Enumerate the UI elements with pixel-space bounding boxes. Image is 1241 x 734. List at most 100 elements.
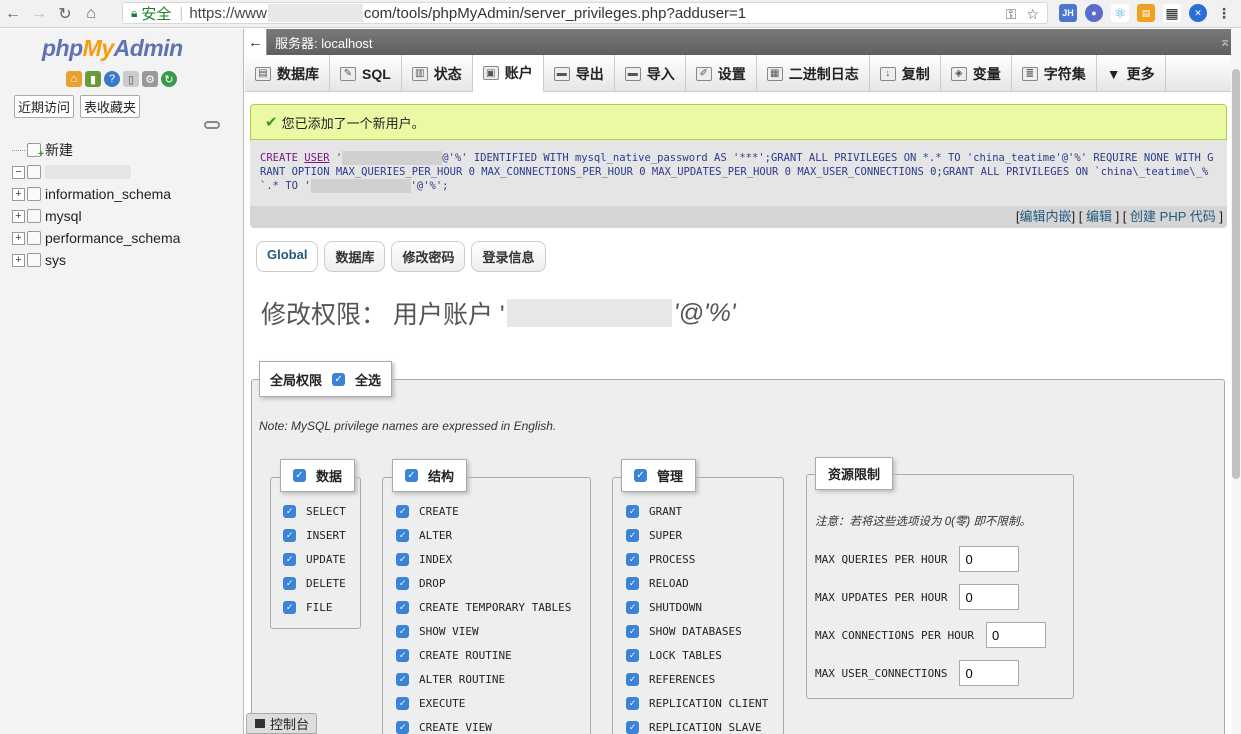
priv-execute[interactable]: ✓ EXECUTE: [396, 691, 571, 715]
priv-checkbox[interactable]: ✓: [626, 648, 639, 662]
refresh-icon[interactable]: ↻: [161, 71, 177, 87]
reload-icon[interactable]: ↻: [52, 0, 78, 28]
extension-jh-icon[interactable]: JH: [1059, 4, 1077, 22]
help-icon[interactable]: ?: [104, 71, 120, 87]
priv-show-databases[interactable]: ✓ SHOW DATABASES: [626, 619, 768, 643]
priv-checkbox[interactable]: ✓: [626, 552, 639, 566]
collapse-nav-icon[interactable]: ←: [245, 29, 267, 55]
priv-reload[interactable]: ✓ RELOAD: [626, 571, 768, 595]
priv-drop[interactable]: ✓ DROP: [396, 571, 571, 595]
priv-create[interactable]: ✓ CREATE: [396, 499, 571, 523]
tab-databases[interactable]: ▤ 数据库: [245, 55, 330, 92]
extension-orange-icon[interactable]: ▤: [1137, 4, 1155, 22]
priv-checkbox[interactable]: ✓: [626, 528, 639, 542]
tab-binlog[interactable]: ▦ 二进制日志: [757, 55, 870, 92]
tab-export[interactable]: ▬ 导出: [544, 55, 615, 92]
favorites-button[interactable]: 表收藏夹: [80, 95, 141, 118]
home-icon[interactable]: ⌂: [66, 71, 82, 87]
priv-checkbox[interactable]: ✓: [283, 600, 296, 614]
back-icon[interactable]: ←: [0, 0, 26, 28]
subtab-login-info[interactable]: 登录信息: [471, 241, 546, 272]
priv-checkbox[interactable]: ✓: [626, 624, 639, 638]
priv-select[interactable]: ✓ SELECT: [283, 499, 346, 523]
key-icon[interactable]: ⚿: [1006, 6, 1017, 23]
priv-index[interactable]: ✓ INDEX: [396, 547, 571, 571]
tree-item-sys[interactable]: + sys: [12, 249, 180, 271]
tab-replication[interactable]: ↓ 复制: [870, 55, 941, 92]
recent-button[interactable]: 近期访问: [14, 95, 75, 118]
priv-checkbox[interactable]: ✓: [626, 504, 639, 518]
priv-checkbox[interactable]: ✓: [396, 720, 409, 734]
priv-checkbox[interactable]: ✓: [283, 504, 296, 518]
select-all-checkbox[interactable]: ✓: [332, 372, 346, 386]
priv-references[interactable]: ✓ REFERENCES: [626, 667, 768, 691]
menu-dots-icon[interactable]: ⋮: [1215, 4, 1233, 22]
priv-file[interactable]: ✓ FILE: [283, 595, 346, 619]
priv-shutdown[interactable]: ✓ SHUTDOWN: [626, 595, 768, 619]
priv-create-temporary-tables[interactable]: ✓ CREATE TEMPORARY TABLES: [396, 595, 571, 619]
priv-checkbox[interactable]: ✓: [396, 552, 409, 566]
tree-item-redacted[interactable]: −: [12, 161, 180, 183]
priv-grant[interactable]: ✓ GRANT: [626, 499, 768, 523]
page-scrollbar[interactable]: [1231, 29, 1241, 734]
priv-lock-tables[interactable]: ✓ LOCK TABLES: [626, 643, 768, 667]
tab-charset[interactable]: ≣ 字符集: [1012, 55, 1097, 92]
priv-checkbox[interactable]: ✓: [396, 576, 409, 590]
select-all-label[interactable]: 全选: [355, 370, 381, 389]
priv-checkbox[interactable]: ✓: [626, 600, 639, 614]
structure-select-all-checkbox[interactable]: ✓: [405, 469, 418, 482]
priv-replication-slave[interactable]: ✓ REPLICATION SLAVE: [626, 715, 768, 734]
extension-qr-icon[interactable]: ▦: [1163, 4, 1181, 22]
priv-checkbox[interactable]: ✓: [396, 600, 409, 614]
priv-create-routine[interactable]: ✓ CREATE ROUTINE: [396, 643, 571, 667]
extension-circle-icon[interactable]: ●: [1085, 4, 1103, 22]
gear-icon[interactable]: ⚙: [142, 71, 158, 87]
edit-inline-link[interactable]: 编辑内嵌: [1019, 209, 1071, 224]
priv-process[interactable]: ✓ PROCESS: [626, 547, 768, 571]
priv-update[interactable]: ✓ UPDATE: [283, 547, 346, 571]
tab-variables[interactable]: ◈ 变量: [941, 55, 1012, 92]
create-php-link[interactable]: 创建 PHP 代码: [1130, 209, 1216, 224]
subtab-database[interactable]: 数据库: [324, 241, 386, 272]
max-user-connections-input[interactable]: [959, 660, 1020, 686]
max-queries-input[interactable]: [959, 546, 1020, 572]
star-icon[interactable]: ☆: [1026, 6, 1039, 23]
tab-accounts[interactable]: ▣ 账户: [472, 55, 544, 92]
subtab-change-password[interactable]: 修改密码: [391, 241, 466, 272]
edit-link[interactable]: 编辑: [1086, 209, 1112, 224]
docs-icon[interactable]: ▯: [123, 71, 139, 87]
priv-checkbox[interactable]: ✓: [626, 576, 639, 590]
extension-blue-icon[interactable]: ✕: [1189, 4, 1207, 22]
priv-checkbox[interactable]: ✓: [396, 528, 409, 542]
priv-checkbox[interactable]: ✓: [283, 576, 296, 590]
priv-alter[interactable]: ✓ ALTER: [396, 523, 571, 547]
admin-select-all-checkbox[interactable]: ✓: [634, 469, 647, 482]
priv-checkbox[interactable]: ✓: [626, 672, 639, 686]
tab-status[interactable]: ▥ 状态: [402, 55, 473, 92]
priv-checkbox[interactable]: ✓: [283, 528, 296, 542]
max-updates-input[interactable]: [959, 584, 1020, 610]
subtab-global[interactable]: Global: [256, 241, 319, 272]
priv-super[interactable]: ✓ SUPER: [626, 523, 768, 547]
priv-checkbox[interactable]: ✓: [626, 720, 639, 734]
priv-show-view[interactable]: ✓ SHOW VIEW: [396, 619, 571, 643]
tree-item-mysql[interactable]: + mysql: [12, 205, 180, 227]
extension-react-icon[interactable]: ⚛: [1111, 4, 1129, 22]
logout-icon[interactable]: ▮: [85, 71, 101, 87]
priv-checkbox[interactable]: ✓: [396, 672, 409, 686]
scrollbar-thumb[interactable]: [1232, 69, 1240, 479]
data-select-all-checkbox[interactable]: ✓: [293, 469, 306, 482]
expand-icon[interactable]: +: [12, 187, 25, 201]
tab-settings[interactable]: ✐ 设置: [686, 55, 757, 92]
priv-checkbox[interactable]: ✓: [396, 648, 409, 662]
priv-delete[interactable]: ✓ DELETE: [283, 571, 346, 595]
phpmyadmin-logo[interactable]: phpMyAdmin: [42, 35, 183, 62]
priv-insert[interactable]: ✓ INSERT: [283, 523, 346, 547]
tree-item-performance-schema[interactable]: + performance_schema: [12, 227, 180, 249]
collapse-icon[interactable]: −: [12, 165, 25, 179]
priv-alter-routine[interactable]: ✓ ALTER ROUTINE: [396, 667, 571, 691]
tab-sql[interactable]: ✎ SQL: [330, 55, 402, 92]
expand-icon[interactable]: +: [12, 231, 25, 245]
expand-icon[interactable]: +: [12, 209, 25, 223]
tree-item-new[interactable]: 新建: [12, 139, 180, 161]
